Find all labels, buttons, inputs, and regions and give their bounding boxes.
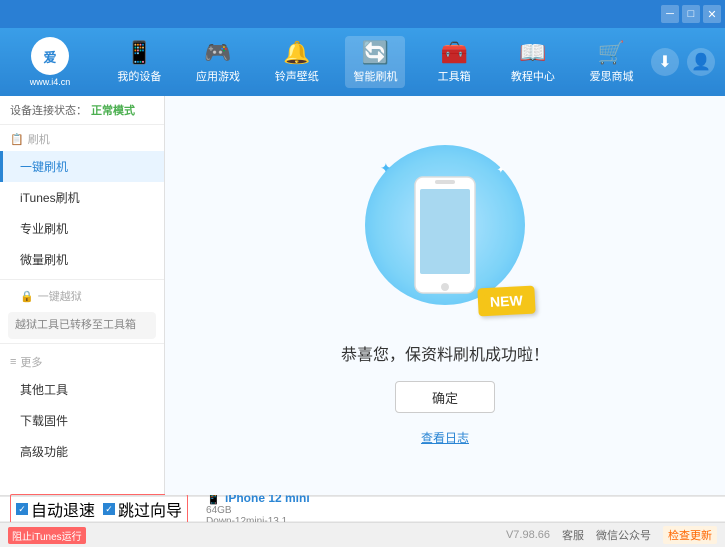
sidebar-item-itunes-flash[interactable]: iTunes刷机 (0, 182, 164, 213)
visit-log-link[interactable]: 查看日志 (421, 429, 469, 446)
minimize-button[interactable]: ─ (661, 5, 679, 23)
app-game-icon: 🎮 (204, 40, 231, 66)
confirm-button[interactable]: 确定 (395, 381, 495, 413)
user-button[interactable]: 👤 (687, 48, 715, 76)
toolbox-icon: 🧰 (440, 40, 467, 66)
divider-2 (0, 343, 164, 344)
section-more-title: ≡ 更多 (0, 348, 164, 374)
my-device-label: 我的设备 (117, 68, 161, 84)
nav-my-device[interactable]: 📱 我的设备 (109, 36, 169, 88)
customer-service-link[interactable]: 客服 (562, 527, 584, 543)
device-capacity: 64GB (206, 505, 310, 516)
sparkle-top-left: ✦ (380, 160, 392, 177)
close-button[interactable]: ✕ (703, 5, 721, 23)
header-right-buttons: ⬇ 👤 (651, 48, 715, 76)
main-content: ✦ ✦ NEW 恭喜您，保资料刷机成功啦！ 确定 查看日志 (165, 96, 725, 495)
my-device-icon: 📱 (126, 40, 153, 66)
tutorial-icon: 📖 (519, 40, 546, 66)
auto-dismiss-checkbox[interactable]: ✓ 自动退速 (16, 497, 95, 521)
lock-icon: 🔒 (20, 290, 34, 303)
wechat-link[interactable]: 微信公众号 (596, 527, 651, 543)
new-badge: NEW (478, 286, 536, 317)
tutorial-label: 教程中心 (511, 68, 555, 84)
ringtone-label: 铃声壁纸 (275, 68, 319, 84)
flash-icon: 📋 (10, 133, 24, 146)
smart-flash-icon: 🔄 (362, 40, 389, 66)
version-text: V7.98.66 (506, 529, 550, 541)
bottom-right: V7.98.66 客服 微信公众号 检查更新 (506, 526, 717, 544)
logo[interactable]: 爱 www.i4.cn (10, 37, 90, 87)
status-bar-bottom: 阻止iTunes运行 V7.98.66 客服 微信公众号 检查更新 (0, 522, 725, 547)
logo-url: www.i4.cn (30, 77, 71, 87)
sidebar-item-pro-flash[interactable]: 专业刷机 (0, 213, 164, 244)
nav-tutorial[interactable]: 📖 教程中心 (503, 36, 563, 88)
nav-shop[interactable]: 🛒 爱思商城 (582, 36, 642, 88)
success-message: 恭喜您，保资料刷机成功啦！ (341, 341, 549, 365)
header: 爱 www.i4.cn 📱 我的设备 🎮 应用游戏 🔔 铃声壁纸 🔄 智能刷机 … (0, 28, 725, 96)
skip-wizard-checkbox[interactable]: ✓ 跳过向导 (103, 497, 182, 521)
device-status-bar: 设备连接状态： 正常模式 (0, 96, 164, 125)
jailbreak-notice: 越狱工具已转移至工具箱 (8, 312, 156, 339)
nav-smart-flash[interactable]: 🔄 智能刷机 (345, 36, 405, 88)
download-button[interactable]: ⬇ (651, 48, 679, 76)
app-game-label: 应用游戏 (196, 68, 240, 84)
main-area: 设备连接状态： 正常模式 📋 刷机 一键刷机 iTunes刷机 专业刷机 微量刷… (0, 96, 725, 495)
nav-app-game[interactable]: 🎮 应用游戏 (188, 36, 248, 88)
sidebar-item-other-tools[interactable]: 其他工具 (0, 374, 164, 405)
auto-dismiss-label: 自动退速 (31, 497, 95, 521)
shop-label: 爱思商城 (590, 68, 634, 84)
sidebar-item-micro-flash[interactable]: 微量刷机 (0, 244, 164, 275)
sidebar-item-advanced[interactable]: 高级功能 (0, 436, 164, 467)
logo-icon: 爱 (31, 37, 69, 75)
skip-wizard-label: 跳过向导 (118, 497, 182, 521)
nav-toolbox[interactable]: 🧰 工具箱 (424, 36, 484, 88)
maximize-button[interactable]: □ (682, 5, 700, 23)
titlebar: ─ □ ✕ (0, 0, 725, 28)
sidebar-item-download-firmware[interactable]: 下载固件 (0, 405, 164, 436)
status-value: 正常模式 (91, 102, 135, 118)
shop-icon: 🛒 (598, 40, 625, 66)
bottom-left: 阻止iTunes运行 (8, 527, 506, 544)
bottom-area: ✓ 自动退速 ✓ 跳过向导 📱 iPhone 12 mini 64GB Down… (0, 495, 725, 547)
section-flash-title: 📋 刷机 (0, 125, 164, 151)
phone-svg (410, 175, 480, 295)
more-icon: ≡ (10, 356, 16, 368)
sidebar: 设备连接状态： 正常模式 📋 刷机 一键刷机 iTunes刷机 专业刷机 微量刷… (0, 96, 165, 495)
checkbox-group: ✓ 自动退速 ✓ 跳过向导 (10, 494, 188, 524)
stop-itunes-button[interactable]: 阻止iTunes运行 (8, 527, 86, 544)
smart-flash-label: 智能刷机 (353, 68, 397, 84)
divider-1 (0, 279, 164, 280)
sidebar-item-one-key-flash[interactable]: 一键刷机 (0, 151, 164, 182)
status-label: 设备连接状态： (10, 102, 87, 118)
skip-wizard-check-icon: ✓ (103, 503, 115, 515)
sidebar-locked-section: 🔒 一键越狱 (0, 284, 164, 308)
auto-dismiss-check-icon: ✓ (16, 503, 28, 515)
sparkle-top-right: ✦ (497, 165, 505, 176)
ringtone-icon: 🔔 (283, 40, 310, 66)
nav-bar: 📱 我的设备 🎮 应用游戏 🔔 铃声壁纸 🔄 智能刷机 🧰 工具箱 📖 教程中心… (100, 36, 651, 88)
device-row: ✓ 自动退速 ✓ 跳过向导 📱 iPhone 12 mini 64GB Down… (0, 496, 725, 522)
toolbox-label: 工具箱 (438, 68, 471, 84)
nav-ringtone[interactable]: 🔔 铃声壁纸 (267, 36, 327, 88)
success-panel: ✦ ✦ NEW 恭喜您，保资料刷机成功啦！ 确定 查看日志 (341, 145, 549, 446)
check-update-link[interactable]: 检查更新 (663, 526, 717, 544)
phone-illustration: ✦ ✦ NEW (365, 145, 525, 325)
